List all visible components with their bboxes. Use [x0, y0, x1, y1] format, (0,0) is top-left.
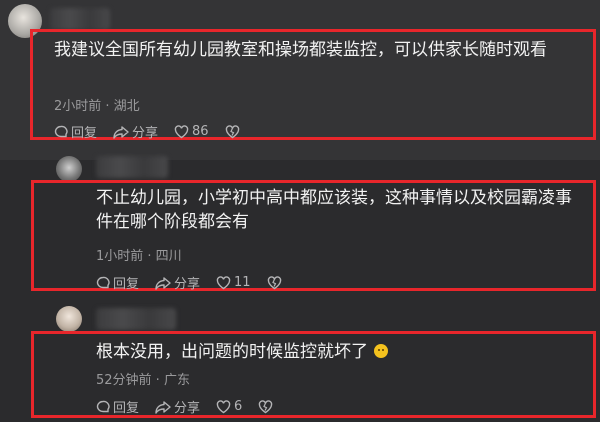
share-icon [113, 125, 129, 139]
comment-actions: 回复 分享 6 [96, 397, 292, 416]
share-icon [155, 400, 171, 414]
comment-icon [54, 125, 68, 137]
username-blurred [96, 156, 168, 178]
dislike-button[interactable] [258, 399, 276, 414]
reply-label: 回复 [113, 401, 140, 416]
comment-meta: 2小时前 · 湖北 [54, 99, 140, 114]
like-count: 86 [192, 124, 209, 139]
share-icon [155, 276, 171, 290]
like-button[interactable]: 86 [174, 124, 209, 139]
like-button[interactable]: 11 [216, 275, 251, 290]
dislike-button[interactable] [225, 124, 243, 139]
share-button[interactable]: 分享 [155, 397, 200, 416]
comment-icon [96, 276, 110, 288]
share-button[interactable]: 分享 [155, 273, 200, 292]
heart-icon [174, 124, 189, 138]
comment-text: 根本没用，出问题的时候监控就坏了 [96, 340, 576, 364]
reply-label: 回复 [71, 126, 98, 141]
comment-icon [96, 400, 110, 412]
like-count: 6 [234, 399, 243, 414]
heart-icon [216, 399, 231, 413]
comment-text: 我建议全国所有幼儿园教室和操场都装监控，可以供家长随时观看 [54, 40, 547, 60]
grin-emoji-icon [374, 344, 388, 358]
dislike-button[interactable] [267, 275, 285, 290]
reply-label: 回复 [113, 277, 140, 292]
like-button[interactable]: 6 [216, 399, 242, 414]
comment-actions: 回复 分享 11 [96, 273, 301, 292]
comment-text-content: 根本没用，出问题的时候监控就坏了 [96, 342, 368, 362]
dislike-heart-icon [225, 124, 239, 138]
heart-icon [216, 275, 231, 289]
username-blurred [96, 308, 176, 330]
avatar[interactable] [56, 156, 82, 182]
reply-button[interactable]: 回复 [96, 273, 139, 292]
comment-meta: 52分钟前 · 广东 [96, 373, 190, 388]
share-label: 分享 [132, 126, 159, 141]
like-count: 11 [234, 275, 251, 290]
dislike-heart-icon [259, 399, 273, 413]
comment-actions: 回复 分享 86 [54, 122, 259, 141]
share-label: 分享 [174, 401, 201, 416]
comment-text: 不止幼儿园，小学初中高中都应该装，这种事情以及校园霸凌事件在哪个阶段都会有 [96, 188, 572, 232]
share-button[interactable]: 分享 [113, 122, 158, 141]
share-label: 分享 [174, 277, 201, 292]
dislike-heart-icon [267, 275, 281, 289]
avatar[interactable] [56, 306, 82, 332]
reply-button[interactable]: 回复 [96, 397, 139, 416]
username-blurred [50, 8, 110, 30]
comment-meta: 1小时前 · 四川 [96, 249, 182, 264]
reply-button[interactable]: 回复 [54, 122, 97, 141]
